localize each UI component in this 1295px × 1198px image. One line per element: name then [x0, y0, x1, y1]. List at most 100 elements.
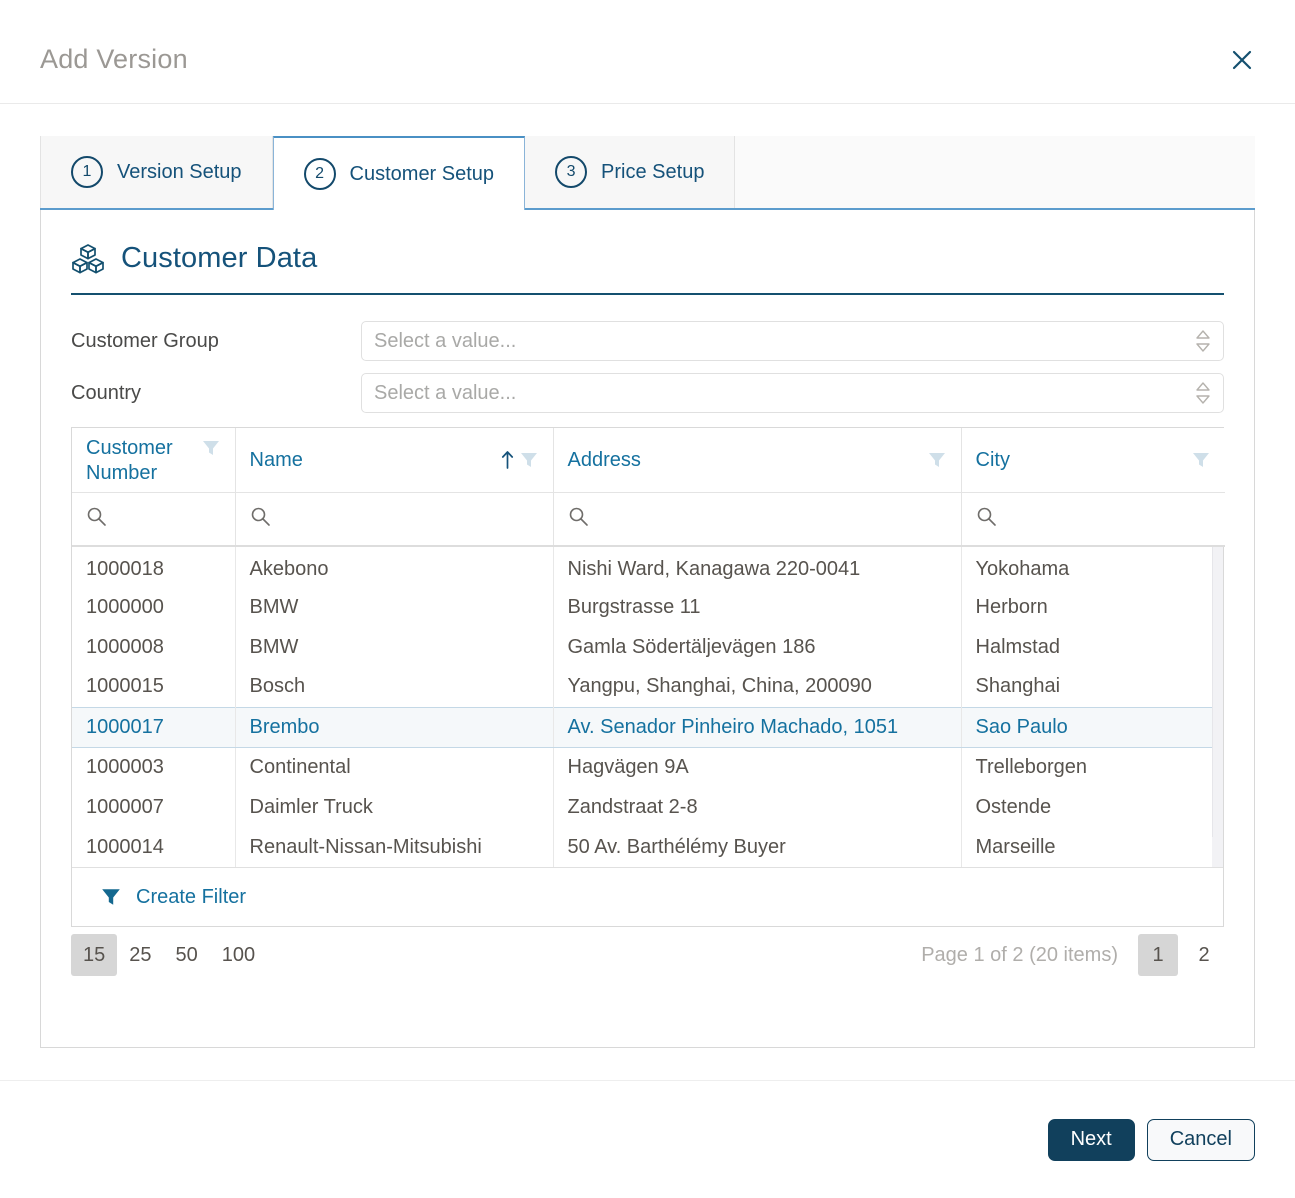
cell-name: Continental [235, 747, 554, 787]
tabs-filler [735, 136, 1255, 208]
page-number-1[interactable]: 1 [1138, 934, 1178, 976]
search-icon [251, 507, 270, 526]
tab-version-setup[interactable]: 1 Version Setup [40, 136, 273, 208]
filter-form: Customer Group Select a value... Country… [71, 321, 1224, 413]
page-title: Add Version [40, 44, 188, 74]
close-button[interactable] [1225, 43, 1259, 77]
search-icon [87, 507, 106, 526]
cell-name: Akebono [235, 547, 554, 587]
cell-customer-number: 1000007 [72, 787, 236, 827]
table-row[interactable]: 1000003 Continental Hagvägen 9A Trellebo… [72, 747, 1223, 787]
table-body: 1000018 Akebono Nishi Ward, Kanagawa 220… [72, 547, 1223, 867]
customer-group-row: Customer Group Select a value... [71, 321, 1224, 361]
cell-name: Daimler Truck [235, 787, 554, 827]
table-row[interactable]: 1000000 BMW Burgstrasse 11 Herborn [72, 587, 1223, 627]
cell-customer-number: 1000008 [72, 627, 236, 667]
page-navigation: Page 1 of 2 (20 items) 1 2 [921, 934, 1224, 976]
cell-city: Trelleborgen [975, 755, 1088, 778]
column-header-city[interactable]: City [961, 428, 1225, 493]
cell-name: Brembo [235, 706, 554, 748]
cell-city: Halmstad [975, 635, 1060, 658]
table-row[interactable]: 1000014 Renault-Nissan-Mitsubishi 50 Av.… [72, 827, 1223, 867]
table-vertical-scrollbar[interactable] [1212, 547, 1223, 867]
table-row[interactable]: 1000008 BMW Gamla Södertäljevägen 186 Ha… [72, 627, 1223, 667]
search-icon [569, 507, 588, 526]
search-icon [977, 507, 996, 526]
cell-address: Zandstraat 2-8 [553, 787, 962, 827]
table-row[interactable]: 1000018 Akebono Nishi Ward, Kanagawa 220… [72, 547, 1223, 587]
cell-address: Gamla Södertäljevägen 186 [553, 627, 962, 667]
tab-step-number: 2 [303, 158, 336, 190]
cell-address: Yangpu, Shanghai, China, 200090 [553, 667, 962, 707]
search-cell-city[interactable] [961, 492, 1225, 547]
cell-name: Bosch [235, 667, 554, 707]
cell-customer-number: 1000000 [72, 587, 236, 627]
tab-price-setup[interactable]: 3 Price Setup [525, 136, 736, 208]
tab-label: Version Setup [117, 160, 242, 183]
column-header-name[interactable]: Name [235, 428, 554, 493]
cell-customer-number: 1000014 [72, 827, 236, 867]
pagination-status: Page 1 of 2 (20 items) [921, 943, 1118, 966]
cell-city: Herborn [975, 595, 1048, 618]
pagination-bar: 15 25 50 100 Page 1 of 2 (20 items) 1 2 [71, 927, 1224, 983]
table-row-selected[interactable]: 1000017 Brembo Av. Senador Pinheiro Mach… [72, 706, 1223, 748]
column-header-customer-number[interactable]: Customer Number [72, 428, 236, 493]
create-filter-button[interactable]: Create Filter [72, 867, 1223, 927]
column-label: Name [249, 449, 303, 472]
column-label: Customer Number [86, 436, 173, 484]
table-row[interactable]: 1000015 Bosch Yangpu, Shanghai, China, 2… [72, 667, 1223, 707]
cell-name: Renault-Nissan-Mitsubishi [235, 827, 554, 867]
country-label: Country [71, 381, 142, 404]
wizard-tabs: 1 Version Setup 2 Customer Setup 3 Price… [40, 136, 1255, 210]
page-number-2[interactable]: 2 [1184, 934, 1224, 976]
customer-group-placeholder: Select a value... [374, 329, 517, 352]
search-cell-name[interactable] [235, 492, 554, 547]
column-header-address[interactable]: Address [553, 428, 962, 493]
table-row[interactable]: 1000007 Daimler Truck Zandstraat 2-8 Ost… [72, 787, 1223, 827]
cell-address: 50 Av. Barthélémy Buyer [553, 827, 962, 867]
cell-customer-number: 1000015 [72, 667, 236, 707]
filter-icon[interactable] [927, 450, 947, 470]
column-label: Address [567, 449, 641, 472]
tab-label: Price Setup [601, 160, 705, 183]
country-select[interactable]: Select a value... [361, 373, 1224, 413]
table-search-row [72, 492, 1225, 547]
page-size-100[interactable]: 100 [210, 934, 267, 976]
customer-group-select[interactable]: Select a value... [361, 321, 1224, 361]
cell-city: Shanghai [975, 675, 1061, 698]
next-button[interactable]: Next [1047, 1118, 1135, 1161]
dialog-header: Add Version [0, 0, 1295, 104]
filter-icon[interactable] [201, 438, 221, 458]
page-size-50[interactable]: 50 [164, 934, 210, 976]
country-placeholder: Select a value... [374, 381, 517, 404]
cell-name: BMW [235, 587, 554, 627]
search-cell-address[interactable] [553, 492, 962, 547]
page-size-selector: 15 25 50 100 [71, 934, 267, 976]
table-header: Customer Number Name Address City [72, 428, 1225, 547]
create-filter-label: Create Filter [136, 885, 247, 908]
table-scrollbar-thumb[interactable] [1212, 547, 1223, 837]
customer-setup-panel: Customer Data Customer Group Select a va… [40, 210, 1255, 1048]
filter-icon[interactable] [1191, 450, 1211, 470]
table-body-scroll: 1000018 Akebono Nishi Ward, Kanagawa 220… [72, 547, 1223, 867]
cell-customer-number: 1000018 [72, 547, 236, 587]
cell-city: Marseille [975, 835, 1056, 858]
section-title: Customer Data [121, 242, 318, 274]
add-version-dialog: Add Version 1 Version Setup 2 Customer S… [0, 0, 1295, 1198]
chevron-updown-icon [1196, 382, 1210, 404]
tab-customer-setup[interactable]: 2 Customer Setup [272, 136, 526, 210]
tab-step-number: 3 [555, 156, 588, 188]
cell-address: Av. Senador Pinheiro Machado, 1051 [553, 706, 962, 748]
cell-city: Ostende [975, 795, 1052, 818]
customer-group-label: Customer Group [71, 329, 219, 352]
arrow-up-icon[interactable] [501, 450, 514, 470]
cell-city: Sao Paulo [961, 706, 1223, 748]
page-size-15[interactable]: 15 [71, 934, 118, 976]
customer-table: Customer Number Name Address City 100001… [71, 427, 1225, 927]
column-label: City [975, 449, 1010, 472]
cancel-button[interactable]: Cancel [1146, 1118, 1255, 1161]
search-cell-customer-number[interactable] [72, 492, 236, 547]
country-row: Country Select a value... [71, 373, 1224, 413]
page-size-25[interactable]: 25 [117, 934, 163, 976]
filter-icon[interactable] [519, 450, 539, 470]
